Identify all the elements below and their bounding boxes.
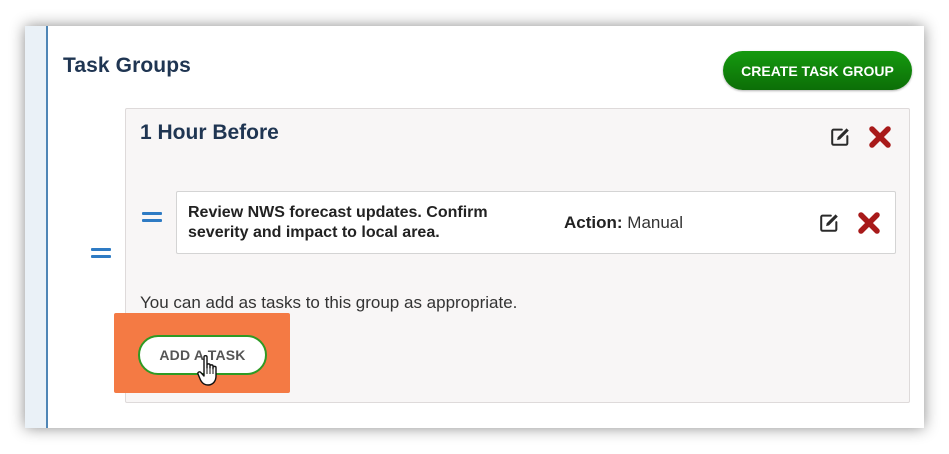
edit-icon[interactable] xyxy=(818,212,840,234)
edit-icon[interactable] xyxy=(829,126,851,148)
task-group-title: 1 Hour Before xyxy=(140,121,279,144)
group-help-text: You can add as tasks to this group as ap… xyxy=(140,293,518,312)
task-item: Review NWS forecast updates. Confirm sev… xyxy=(176,191,896,254)
task-action-value: Manual xyxy=(627,213,684,232)
hand-pointer-icon xyxy=(197,355,217,386)
task-action-label: Action: xyxy=(564,213,623,232)
delete-icon[interactable] xyxy=(868,125,892,149)
create-task-group-button[interactable]: CREATE TASK GROUP xyxy=(723,51,912,90)
task-drag-handle-icon[interactable] xyxy=(142,212,162,222)
task-action: Action: Manual xyxy=(564,213,683,233)
panel-side-stripe xyxy=(25,26,48,428)
page-title: Task Groups xyxy=(63,54,191,77)
group-drag-handle-icon[interactable] xyxy=(91,248,111,258)
delete-icon[interactable] xyxy=(857,211,881,235)
task-description: Review NWS forecast updates. Confirm sev… xyxy=(188,204,488,241)
